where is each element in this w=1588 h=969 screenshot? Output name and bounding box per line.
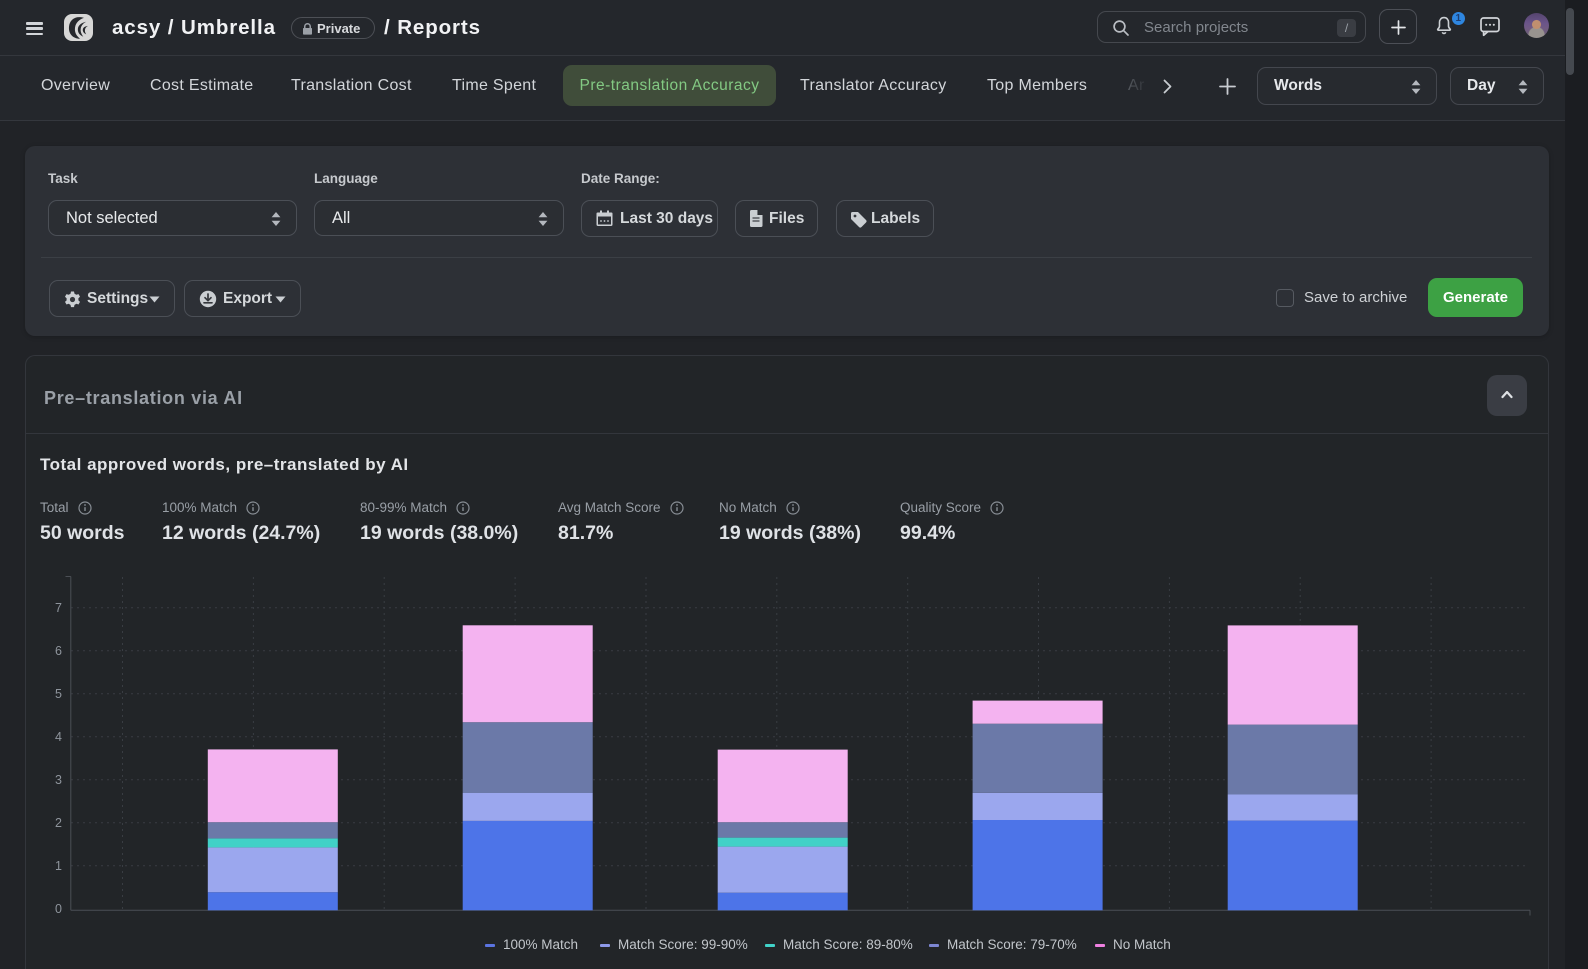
svg-text:3: 3 <box>55 773 62 787</box>
svg-text:6: 6 <box>55 644 62 658</box>
svg-text:5: 5 <box>55 687 62 701</box>
svg-text:7: 7 <box>55 601 62 615</box>
svg-text:2: 2 <box>55 816 62 830</box>
svg-text:0: 0 <box>55 902 62 916</box>
svg-text:4: 4 <box>55 730 62 744</box>
svg-text:1: 1 <box>55 859 62 873</box>
